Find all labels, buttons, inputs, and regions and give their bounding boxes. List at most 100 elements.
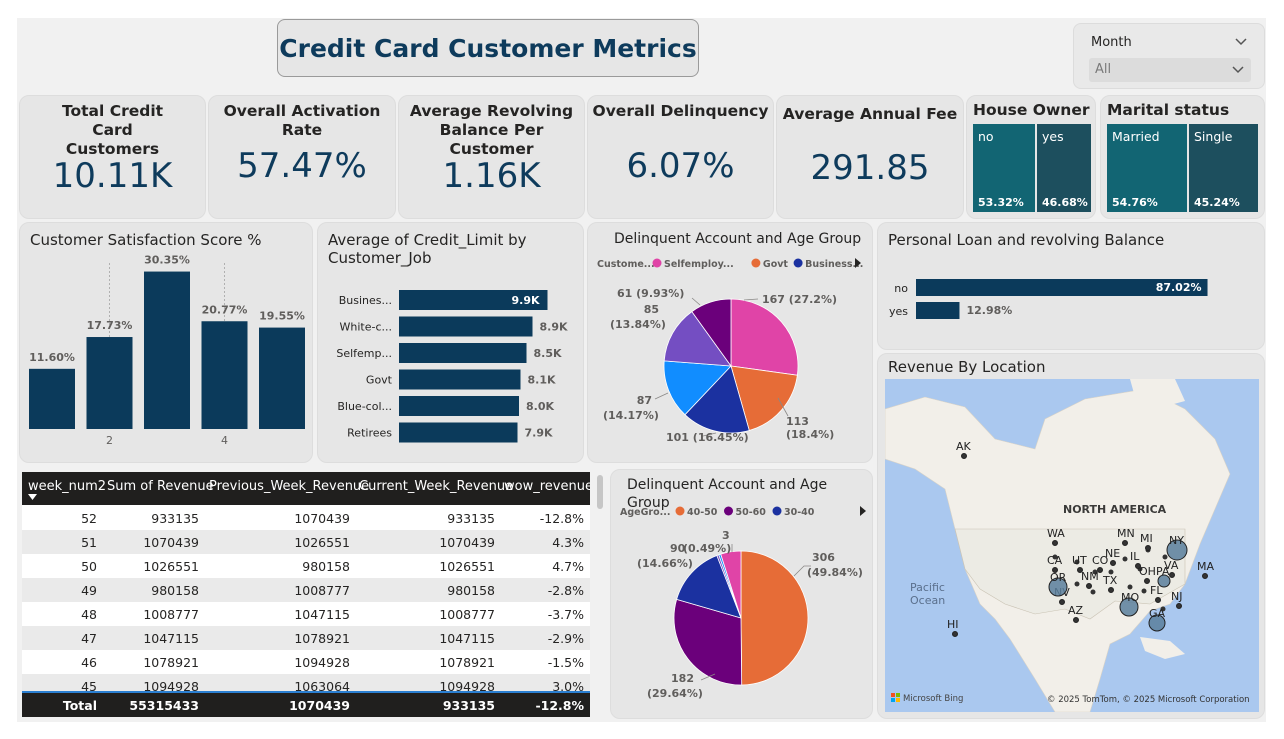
- table-row[interactable]: 48 1008777 1047115 1008777 -3.7%: [22, 602, 590, 626]
- satisfaction-bar[interactable]: [144, 271, 190, 429]
- pie-data-label: (0.49%): [683, 542, 731, 555]
- table-cell: 980158: [447, 583, 495, 598]
- legend-marker[interactable]: [793, 258, 803, 268]
- marital-tile-single[interactable]: Single 45.24%: [1189, 124, 1258, 212]
- revenue-map[interactable]: NORTH AMERICA Pacific Ocean AK HI WA CA UT CO…: [885, 379, 1259, 712]
- chevron-down-icon[interactable]: [1234, 35, 1248, 49]
- column-header-week[interactable]: week_num2: [28, 479, 106, 494]
- personal-loan-bar[interactable]: [916, 302, 960, 319]
- table-row[interactable]: 52 933135 1070439 933135 -12.8%: [22, 506, 590, 530]
- table-row[interactable]: 51 1070439 1026551 1070439 4.3%: [22, 530, 590, 554]
- bar-data-label: 8.9K: [540, 321, 568, 334]
- kpi-title: Overall Activation Rate: [223, 102, 381, 139]
- map-bubble-ma[interactable]: [1202, 573, 1208, 579]
- credit-limit-bar[interactable]: [399, 369, 521, 390]
- y-category-label: Blue-col...: [337, 400, 392, 413]
- map-label-ut: UT: [1072, 554, 1087, 567]
- credit-limit-bar[interactable]: [399, 422, 518, 443]
- kpi-card-total-customers: Total Credit Card Customers 10.11K: [19, 95, 206, 219]
- month-slicer[interactable]: Month All: [1073, 23, 1265, 89]
- month-dropdown-value: All: [1095, 62, 1112, 77]
- map-point[interactable]: [1127, 584, 1133, 590]
- map-bubble-mn[interactable]: [1122, 540, 1128, 546]
- column-header-prev-week[interactable]: Previous_Week_Revenue: [209, 479, 369, 494]
- map-bubble-oh[interactable]: [1144, 578, 1150, 584]
- bar-data-label: 30.35%: [144, 254, 190, 267]
- house-owner-visual: House Owner no 53.32% yes 46.68%: [966, 95, 1096, 219]
- map-bubble-tx[interactable]: [1108, 587, 1114, 593]
- kpi-value: 6.07%: [626, 146, 735, 186]
- map-bubble-mi[interactable]: [1145, 545, 1151, 551]
- credit-limit-bar[interactable]: [399, 396, 519, 416]
- table-cell: 1026551: [143, 559, 199, 574]
- kpi-title: Average Revolving Balance Per Customer: [409, 102, 574, 158]
- column-header-sum-revenue[interactable]: Sum of Revenue: [107, 479, 214, 494]
- legend-marker[interactable]: [724, 506, 733, 516]
- legend-marker[interactable]: [772, 506, 782, 516]
- pie-data-label: 182: [671, 672, 694, 685]
- legend-item-label[interactable]: Selfemploy...: [664, 259, 734, 270]
- map-point[interactable]: [1122, 556, 1128, 562]
- map-bubble-ak[interactable]: [961, 453, 967, 459]
- table-cell: -12.8%: [539, 511, 584, 526]
- table-row[interactable]: 47 1047115 1078921 1047115 -2.9%: [22, 626, 590, 650]
- legend-item-label[interactable]: 50-60: [736, 507, 767, 518]
- table-scrollbar[interactable]: [597, 475, 603, 509]
- sort-descending-icon[interactable]: [28, 494, 37, 500]
- table-row[interactable]: 46 1078921 1094928 1078921 -1.5%: [22, 650, 590, 674]
- pie-slice[interactable]: [740, 550, 809, 686]
- credit-limit-bar[interactable]: [399, 343, 527, 363]
- kpi-title: Total Credit Card Customers: [61, 102, 164, 158]
- table-row[interactable]: 50 1026551 980158 1026551 4.7%: [22, 554, 590, 578]
- table-cell: -2.8%: [547, 583, 584, 598]
- map-bubble-nm[interactable]: [1086, 583, 1092, 589]
- map-bubble-hi[interactable]: [952, 631, 958, 637]
- map-bubble-va[interactable]: [1169, 572, 1175, 578]
- column-header-current-week[interactable]: Current_Week_Revenue: [359, 479, 513, 494]
- map-point[interactable]: [1141, 588, 1147, 594]
- personal-loan-bar-chart: no 87.02% yes 12.98%: [889, 279, 1208, 319]
- legend-marker[interactable]: [652, 258, 662, 268]
- map-label-fl: FL: [1150, 584, 1163, 597]
- column-header-wow[interactable]: wow_revenue: [504, 479, 590, 494]
- marital-tile-married[interactable]: Married 54.76%: [1107, 124, 1187, 212]
- legend-marker[interactable]: [675, 506, 685, 516]
- map-label-mn: MN: [1117, 527, 1135, 540]
- table-row[interactable]: 49 980158 1008777 980158 -2.8%: [22, 578, 590, 602]
- pie-data-label: (49.84%): [807, 566, 863, 579]
- legend-item-label[interactable]: 40-50: [687, 507, 718, 518]
- legend-item-label[interactable]: Govt: [763, 259, 789, 270]
- month-dropdown[interactable]: All: [1089, 58, 1251, 82]
- table-cell: 1070439: [294, 511, 350, 526]
- credit-limit-bar[interactable]: [399, 316, 533, 337]
- y-category-label: Govt: [366, 374, 393, 387]
- pie-slice[interactable]: [730, 298, 799, 376]
- revenue-table: week_num2 Sum of Revenue Previous_Week_R…: [22, 472, 590, 717]
- legend-marker[interactable]: [751, 258, 761, 268]
- map-bubble-fl[interactable]: [1155, 597, 1161, 603]
- house-owner-tile-no[interactable]: no 53.32%: [973, 124, 1035, 212]
- satisfaction-bar[interactable]: [259, 327, 305, 429]
- legend-item-label[interactable]: Business...: [805, 259, 863, 270]
- kpi-title: Average Annual Fee: [782, 105, 958, 123]
- legend-next-arrow-icon[interactable]: [860, 506, 866, 516]
- house-owner-tile-yes[interactable]: yes 46.68%: [1037, 124, 1091, 212]
- total-label: Total: [62, 698, 97, 713]
- kpi-card-delinquency: Overall Delinquency 6.07%: [587, 95, 774, 219]
- map-bubble-nv[interactable]: [1059, 599, 1065, 605]
- map-bubble-az[interactable]: [1073, 617, 1079, 623]
- map-canvas[interactable]: NORTH AMERICA Pacific Ocean AKHIWACA UT CO…: [885, 379, 1259, 712]
- chevron-down-icon[interactable]: [1231, 63, 1245, 77]
- table-cell: 4.3%: [552, 535, 584, 550]
- satisfaction-bar[interactable]: [86, 337, 133, 429]
- map-bubble-ne[interactable]: [1110, 560, 1116, 566]
- map-point[interactable]: [1090, 589, 1096, 595]
- map-point[interactable]: [1074, 581, 1080, 587]
- legend-item-label[interactable]: 30-40: [784, 507, 815, 518]
- table-cell: 1047115: [439, 631, 495, 646]
- map-bubble-wa[interactable]: [1052, 540, 1058, 546]
- satisfaction-bar[interactable]: [201, 321, 248, 429]
- pie-data-label: 101 (16.45%): [666, 431, 749, 444]
- map-bubble-nj[interactable]: [1176, 603, 1182, 609]
- satisfaction-bar[interactable]: [29, 368, 75, 429]
